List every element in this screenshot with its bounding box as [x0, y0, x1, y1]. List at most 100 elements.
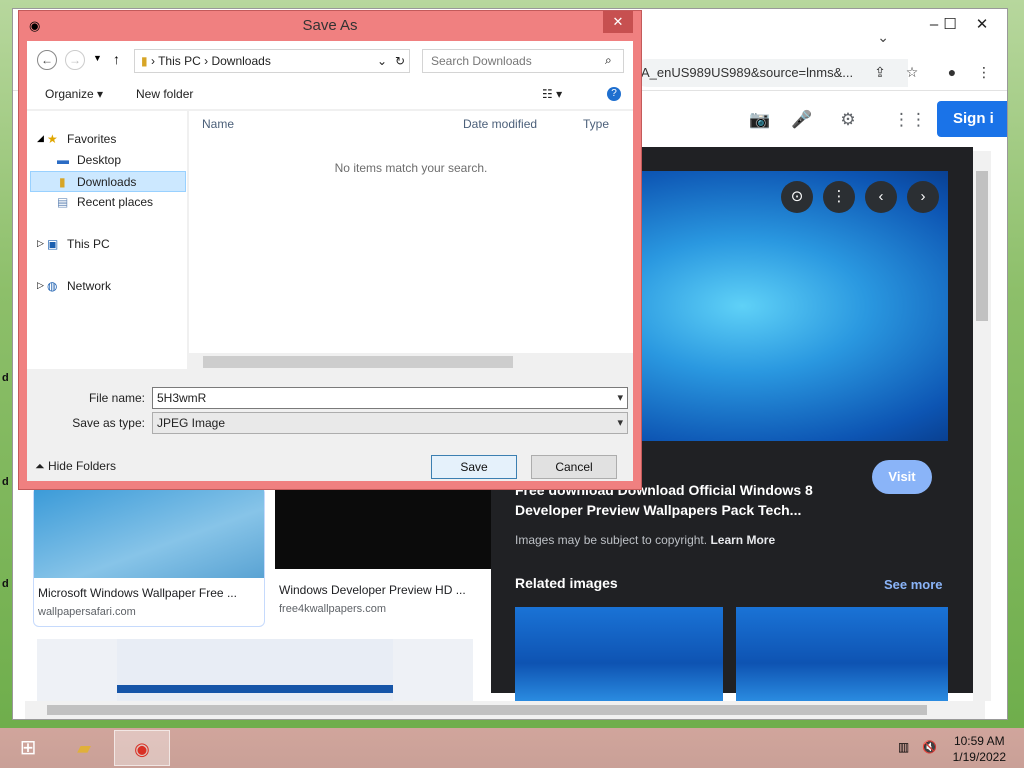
- dialog-title: Save As: [302, 17, 358, 34]
- tab-search-button[interactable]: ⌄: [877, 29, 889, 46]
- file-list-scrollbar[interactable]: [189, 353, 633, 369]
- system-clock[interactable]: 10:59 AM 1/19/2022: [953, 733, 1006, 765]
- result-thumbnail: [275, 487, 507, 569]
- chrome-taskbar-icon[interactable]: ◉: [114, 730, 170, 766]
- horizontal-scrollbar[interactable]: [25, 701, 985, 719]
- column-header-type[interactable]: Type: [583, 117, 609, 131]
- breadcrumb-downloads[interactable]: Downloads: [211, 54, 270, 68]
- cancel-button[interactable]: Cancel: [531, 455, 617, 479]
- chevron-down-icon[interactable]: ⌄: [377, 50, 387, 72]
- previous-arrow-icon[interactable]: ‹: [865, 181, 897, 213]
- desktop-icon-label-fragment: d: [2, 578, 9, 590]
- save-as-type-select[interactable]: JPEG Image ▾: [152, 412, 628, 434]
- folder-icon: ▮: [141, 54, 148, 68]
- breadcrumb-sep: ›: [204, 54, 209, 68]
- recent-places-icon: ▤: [57, 195, 69, 209]
- forward-arrow-icon[interactable]: →: [65, 50, 85, 70]
- navigation-pane: ◢ ★ Favorites ▬ Desktop ▮ Downloads ▤ Re…: [27, 111, 187, 369]
- save-button[interactable]: Save: [431, 455, 517, 479]
- computer-icon: ▣: [47, 237, 59, 251]
- recent-locations-icon[interactable]: ▼: [93, 53, 102, 63]
- clock-date: 1/19/2022: [952, 750, 1006, 764]
- sign-in-button[interactable]: Sign i: [937, 101, 1007, 137]
- nav-network[interactable]: ◍ Network: [47, 276, 111, 297]
- nav-downloads[interactable]: ▮ Downloads: [30, 171, 186, 192]
- nav-this-pc[interactable]: ▣ This PC: [47, 234, 110, 255]
- hide-folders-button[interactable]: ⏶ Hide Folders: [35, 459, 116, 474]
- chrome-menu-icon[interactable]: ⋮: [973, 61, 995, 83]
- file-name-field[interactable]: 5H3wmR ▾: [152, 387, 628, 409]
- related-image[interactable]: [736, 607, 948, 701]
- chevron-down-icon[interactable]: ▾: [617, 413, 623, 433]
- navigation-bar: ← → ▼ ↑ ▮ › This PC › Downloads ⌄ ↻ Sear…: [27, 41, 633, 81]
- desktop-icon-label-fragment: d: [2, 372, 9, 384]
- result-card[interactable]: [37, 639, 473, 705]
- nav-favorites[interactable]: ★ Favorites: [47, 129, 116, 150]
- next-arrow-icon[interactable]: ›: [907, 181, 939, 213]
- related-image[interactable]: [515, 607, 723, 701]
- star-icon: ★: [47, 132, 58, 146]
- result-card[interactable]: Windows Developer Preview HD ... free4kw…: [275, 487, 507, 627]
- close-button[interactable]: ✕: [967, 13, 997, 37]
- nav-recent-places[interactable]: ▤ Recent places: [57, 192, 153, 213]
- column-header-date-modified[interactable]: Date modified: [463, 117, 537, 131]
- search-settings-icon[interactable]: ⚙: [835, 107, 861, 133]
- view-options-icon[interactable]: ☷ ▾: [542, 87, 562, 101]
- breadcrumb-sep: ›: [150, 54, 155, 68]
- back-arrow-icon[interactable]: ←: [37, 50, 57, 70]
- profile-avatar-icon[interactable]: ●: [941, 61, 963, 83]
- organize-button[interactable]: Organize ▾: [45, 87, 103, 101]
- see-more-link[interactable]: See more: [884, 577, 943, 592]
- learn-more-link[interactable]: Learn More: [710, 533, 775, 547]
- empty-folder-message: No items match your search.: [334, 161, 488, 175]
- taskbar: ⊞ ▰ ◉ ▥ 🔇 10:59 AM 1/19/2022: [0, 728, 1024, 768]
- file-name-label: File name:: [88, 391, 145, 405]
- volume-muted-icon[interactable]: 🔇: [922, 740, 937, 754]
- file-explorer-icon[interactable]: ▰: [56, 730, 112, 766]
- visit-button[interactable]: Visit: [872, 460, 932, 494]
- address-breadcrumb[interactable]: ▮ › This PC › Downloads ⌄ ↻: [134, 49, 410, 73]
- result-card[interactable]: Microsoft Windows Wallpaper Free ... wal…: [33, 487, 265, 627]
- bookmark-star-icon[interactable]: ☆: [901, 61, 923, 83]
- dialog-close-button[interactable]: ✕: [603, 11, 633, 33]
- share-icon[interactable]: ⇪: [869, 61, 891, 83]
- start-button[interactable]: ⊞: [0, 730, 56, 766]
- desktop-icon-label-fragment: d: [2, 476, 9, 488]
- downloads-folder-icon: ▮: [59, 175, 66, 189]
- file-list: Name Date modified Type No items match y…: [189, 111, 633, 369]
- address-bar[interactable]: A_enUS989US989&source=lnms&...: [633, 59, 908, 87]
- command-bar: Organize ▾ New folder ☷ ▾ ?: [27, 81, 633, 109]
- expand-arrow-icon[interactable]: ▷: [37, 280, 44, 291]
- network-tray-icon[interactable]: ▥: [898, 740, 909, 754]
- expand-arrow-icon[interactable]: ▷: [37, 238, 44, 249]
- nav-desktop[interactable]: ▬ Desktop: [57, 150, 121, 171]
- related-images-heading: Related images: [515, 575, 618, 591]
- network-icon: ◍: [47, 279, 58, 293]
- chevron-down-icon[interactable]: ▾: [617, 388, 623, 408]
- desktop-folder-icon: ▬: [57, 153, 69, 167]
- save-as-type-label: Save as type:: [72, 416, 145, 430]
- search-input[interactable]: Search Downloads: [422, 49, 624, 73]
- google-apps-icon[interactable]: ⋮⋮: [893, 107, 927, 133]
- copyright-notice: Images may be subject to copyright. Lear…: [515, 533, 775, 547]
- more-options-icon[interactable]: ⋮: [823, 181, 855, 213]
- result-source: free4kwallpapers.com: [279, 603, 386, 615]
- up-arrow-icon[interactable]: ↑: [113, 51, 120, 67]
- camera-search-icon[interactable]: 📷: [747, 107, 773, 133]
- breadcrumb-this-pc[interactable]: This PC: [158, 54, 201, 68]
- collapse-icon: ⏶: [35, 459, 45, 473]
- vertical-scrollbar[interactable]: [973, 151, 991, 701]
- copyright-text: Images may be subject to copyright.: [515, 533, 708, 547]
- result-thumbnail: [34, 488, 264, 578]
- save-as-dialog: ◉ Save As ✕ ← → ▼ ↑ ▮ › This PC › Downlo…: [18, 10, 642, 490]
- column-header-name[interactable]: Name: [202, 117, 234, 131]
- maximize-button[interactable]: ☐: [935, 13, 965, 37]
- help-icon[interactable]: ?: [607, 87, 621, 101]
- refresh-icon[interactable]: ↻: [395, 50, 405, 72]
- new-folder-button[interactable]: New folder: [136, 87, 193, 101]
- lens-search-icon[interactable]: ⊙: [781, 181, 813, 213]
- dialog-body: ← → ▼ ↑ ▮ › This PC › Downloads ⌄ ↻ Sear…: [27, 41, 633, 481]
- result-title: Microsoft Windows Wallpaper Free ...: [38, 586, 237, 600]
- microphone-icon[interactable]: 🎤: [789, 107, 815, 133]
- expand-arrow-icon[interactable]: ◢: [37, 133, 44, 144]
